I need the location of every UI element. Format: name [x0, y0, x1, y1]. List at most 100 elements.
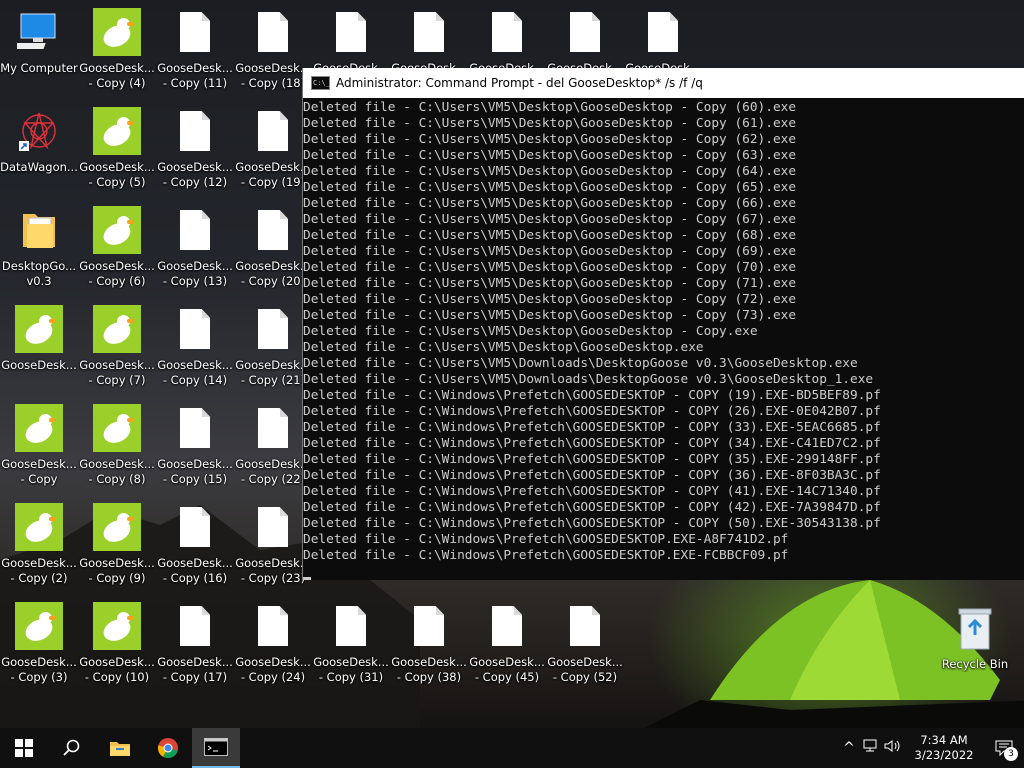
desktop-icon-label: GooseDesk... — [1, 358, 77, 372]
command-prompt-window[interactable]: C:\_ Administrator: Command Prompt - del… — [302, 68, 1024, 580]
show-hidden-icons-chevron[interactable]: ^ — [838, 740, 860, 756]
goose-app-icon — [93, 206, 141, 254]
file-page-icon — [258, 507, 288, 547]
desktop-icon-label: GooseDesk... - Copy (24) — [235, 655, 311, 684]
desktop-icon-label: GooseDesk... - Copy (45) — [469, 655, 545, 684]
desktop-icon-file[interactable]: GooseDesk... - Copy (17) — [156, 596, 234, 692]
console-line: Deleted file - C:\Windows\Prefetch\GOOSE… — [303, 420, 881, 435]
desktop-icon-label: GooseDesk... - Copy (10) — [79, 655, 155, 684]
command-prompt-icon: C:\_ — [311, 76, 330, 90]
desktop-icon-label: GooseDesk... - Copy (5) — [79, 160, 155, 189]
console-line: Deleted file - C:\Users\VM5\Desktop\Goos… — [303, 196, 797, 211]
file-page-icon — [336, 12, 366, 52]
notification-count-badge: 3 — [1004, 747, 1018, 761]
network-icon[interactable] — [860, 739, 882, 757]
file-page-icon — [492, 12, 522, 52]
desktop-icon-datawagon[interactable]: DataWagon... — [0, 101, 78, 197]
desktop-icon-goose[interactable]: GooseDesk... - Copy (4) — [78, 2, 156, 98]
file-page-icon — [258, 606, 288, 646]
console-line: Deleted file - C:\Users\VM5\Desktop\Goos… — [303, 292, 797, 307]
desktop-icon-label: GooseDesk... - Copy (19) — [235, 160, 311, 189]
recycle-bin-icon[interactable]: Recycle Bin — [936, 598, 1014, 694]
blank-file-icon — [405, 602, 453, 650]
desktop-icon-folder[interactable]: DesktopGo... v0.3 — [0, 200, 78, 296]
desktop-icon-file[interactable]: GooseDesk... - Copy (52) — [546, 596, 624, 692]
console-line: Deleted file - C:\Users\VM5\Desktop\Goos… — [303, 148, 797, 163]
datawagon-logo-icon — [19, 112, 56, 151]
desktop-icon-file[interactable]: GooseDesk... - Copy (22) — [234, 398, 312, 494]
search-icon — [63, 739, 80, 756]
taskbar-file-explorer[interactable] — [96, 728, 144, 768]
file-page-icon — [258, 408, 288, 448]
command-prompt-titlebar[interactable]: C:\_ Administrator: Command Prompt - del… — [303, 68, 1024, 98]
desktop-icon-goose[interactable]: GooseDesk... - Copy (2) — [0, 497, 78, 593]
blank-file-icon — [249, 206, 297, 254]
action-center-button[interactable]: 3 — [984, 728, 1024, 768]
desktop-icon-file[interactable]: GooseDesk... - Copy (20) — [234, 200, 312, 296]
desktop-icon-goose[interactable]: GooseDesk... - Copy (5) — [78, 101, 156, 197]
file-page-icon — [258, 309, 288, 349]
volume-icon[interactable] — [882, 739, 904, 757]
desktop-icon-file[interactable]: GooseDesk... - Copy (23) — [234, 497, 312, 593]
console-line: Deleted file - C:\Users\VM5\Desktop\Goos… — [303, 100, 797, 115]
clock-time: 7:34 AM — [920, 733, 968, 747]
desktop-icon-computer[interactable]: My Computer — [0, 2, 78, 98]
desktop-icon-file[interactable]: GooseDesk... - Copy (12) — [156, 101, 234, 197]
file-page-icon — [258, 210, 288, 250]
blank-file-icon — [171, 404, 219, 452]
desktop-icon-file[interactable]: GooseDesk... - Copy (21) — [234, 299, 312, 395]
desktop-icon-file[interactable]: GooseDesk... - Copy (16) — [156, 497, 234, 593]
desktop-icon-file[interactable]: GooseDesk... - Copy (13) — [156, 200, 234, 296]
desktop-icon-file[interactable]: GooseDesk... - Copy (18) — [234, 2, 312, 98]
desktop-icon-goose[interactable]: GooseDesk... - Copy — [0, 398, 78, 494]
taskbar: ^ 7:34 AM 3/23/2022 3 — [0, 728, 1024, 768]
taskbar-command-prompt[interactable] — [192, 728, 240, 768]
desktop-icon-label: DesktopGo... v0.3 — [1, 259, 77, 288]
desktop-icon-file[interactable]: GooseDesk... - Copy (31) — [312, 596, 390, 692]
desktop-icon-file[interactable]: GooseDesk... - Copy (19) — [234, 101, 312, 197]
search-button[interactable] — [48, 728, 96, 768]
blank-file-icon — [171, 8, 219, 56]
desktop-icon-goose[interactable]: GooseDesk... - Copy (3) — [0, 596, 78, 692]
desktop-icon-label: GooseDesk... - Copy (52) — [547, 655, 623, 684]
datawagon-shortcut-icon — [15, 107, 63, 155]
desktop-icon-file[interactable]: GooseDesk... - Copy (24) — [234, 596, 312, 692]
desktop-icon-file[interactable]: GooseDesk... - Copy (45) — [468, 596, 546, 692]
desktop-icon-file[interactable]: GooseDesk... - Copy (14) — [156, 299, 234, 395]
blank-file-icon — [561, 602, 609, 650]
console-line: Deleted file - C:\Windows\Prefetch\GOOSE… — [303, 452, 881, 467]
clock[interactable]: 7:34 AM 3/23/2022 — [904, 733, 984, 763]
goose-logo-icon — [15, 404, 63, 452]
file-page-icon — [414, 12, 444, 52]
desktop-icon-goose[interactable]: GooseDesk... - Copy (9) — [78, 497, 156, 593]
blank-file-icon — [249, 602, 297, 650]
desktop-icon-file[interactable]: GooseDesk... - Copy (38) — [390, 596, 468, 692]
desktop-icon-label: GooseDesk... - Copy (18) — [235, 61, 311, 90]
blank-file-icon — [171, 602, 219, 650]
desktop-icon-goose[interactable]: GooseDesk... - Copy (10) — [78, 596, 156, 692]
taskbar-chrome[interactable] — [144, 728, 192, 768]
console-line: Deleted file - C:\Windows\Prefetch\GOOSE… — [303, 388, 881, 403]
desktop-icon-file[interactable]: GooseDesk... - Copy (11) — [156, 2, 234, 98]
goose-logo-icon — [93, 8, 141, 56]
file-page-icon — [180, 309, 210, 349]
blank-file-icon — [483, 602, 531, 650]
console-line: Deleted file - C:\Users\VM5\Downloads\De… — [303, 356, 858, 371]
start-button[interactable] — [0, 728, 48, 768]
console-line: Deleted file - C:\Windows\Prefetch\GOOSE… — [303, 548, 789, 563]
desktop-icon-goose[interactable]: GooseDesk... — [0, 299, 78, 395]
desktop-icon-goose[interactable]: GooseDesk... - Copy (7) — [78, 299, 156, 395]
desktop-icon-label: GooseDesk... - Copy (15) — [157, 457, 233, 486]
desktop-icon-label: GooseDesk... - Copy (23) — [235, 556, 311, 585]
file-page-icon — [180, 111, 210, 151]
blank-file-icon — [249, 404, 297, 452]
blank-file-icon — [249, 107, 297, 155]
chrome-icon — [157, 738, 178, 759]
blank-file-icon — [639, 8, 687, 56]
goose-logo-icon — [93, 107, 141, 155]
desktop-icon-file[interactable]: GooseDesk... - Copy (15) — [156, 398, 234, 494]
desktop-icon-goose[interactable]: GooseDesk... - Copy (6) — [78, 200, 156, 296]
goose-app-icon — [93, 602, 141, 650]
desktop-icon-goose[interactable]: GooseDesk... - Copy (8) — [78, 398, 156, 494]
console-output[interactable]: Deleted file - C:\Users\VM5\Desktop\Goos… — [303, 98, 1024, 580]
